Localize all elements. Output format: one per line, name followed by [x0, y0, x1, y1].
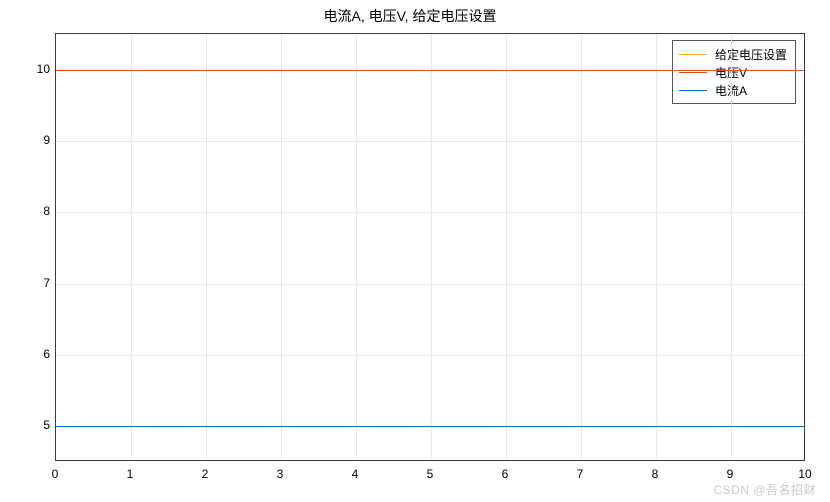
- gridline-v: [581, 34, 582, 460]
- legend-item: 给定电压设置: [679, 45, 787, 63]
- y-tick-label: 7: [43, 276, 50, 290]
- chart-title: 电流A, 电压V, 给定电压设置: [10, 5, 810, 27]
- gridline-h: [56, 284, 804, 285]
- x-tick-label: 3: [277, 467, 284, 481]
- x-tick-label: 4: [352, 467, 359, 481]
- gridline-v: [731, 34, 732, 460]
- gridline-v: [281, 34, 282, 460]
- x-tick-label: 10: [798, 467, 811, 481]
- y-tick-label: 10: [37, 62, 50, 76]
- x-tick-label: 5: [427, 467, 434, 481]
- x-tick-label: 1: [127, 467, 134, 481]
- gridline-v: [131, 34, 132, 460]
- series-line: [56, 70, 804, 71]
- x-tick-label: 6: [502, 467, 509, 481]
- y-tick-label: 5: [43, 418, 50, 432]
- x-tick-label: 7: [577, 467, 584, 481]
- x-tick-label: 2: [202, 467, 209, 481]
- x-tick-label: 8: [652, 467, 659, 481]
- gridline-v: [356, 34, 357, 460]
- legend-swatch: [679, 54, 707, 55]
- plot-area: 给定电压设置电压V电流A: [55, 33, 805, 461]
- gridline-h: [56, 212, 804, 213]
- x-tick-label: 9: [727, 467, 734, 481]
- gridline-h: [56, 141, 804, 142]
- legend-label: 给定电压设置: [715, 46, 787, 63]
- y-tick-label: 8: [43, 204, 50, 218]
- series-line: [56, 426, 804, 427]
- legend: 给定电压设置电压V电流A: [672, 40, 796, 104]
- watermark: CSDN @吾名招财: [713, 481, 816, 498]
- legend-swatch: [679, 90, 707, 91]
- y-tick-label: 6: [43, 347, 50, 361]
- legend-swatch: [679, 72, 707, 73]
- gridline-v: [506, 34, 507, 460]
- gridline-h: [56, 355, 804, 356]
- x-tick-label: 0: [52, 467, 59, 481]
- gridline-v: [431, 34, 432, 460]
- gridline-v: [206, 34, 207, 460]
- chart: 电流A, 电压V, 给定电压设置 给定电压设置电压V电流A 0 1 2 3 4 5 6 7 8 9…: [10, 5, 810, 485]
- gridline-v: [656, 34, 657, 460]
- y-tick-label: 9: [43, 133, 50, 147]
- legend-item: 电压V: [679, 63, 787, 81]
- legend-item: 电流A: [679, 81, 787, 99]
